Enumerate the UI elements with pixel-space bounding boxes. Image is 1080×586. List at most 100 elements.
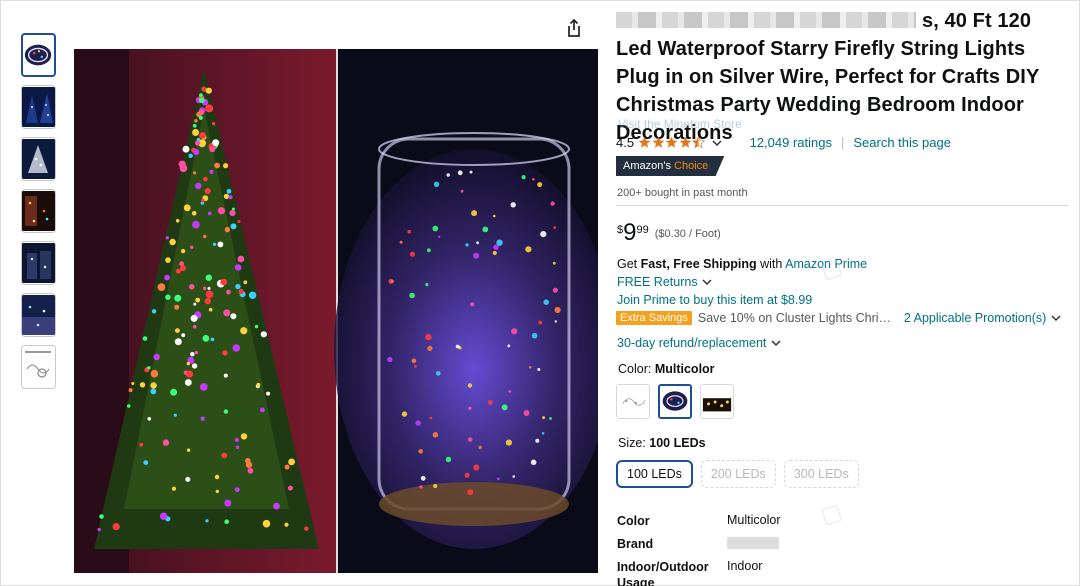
decor-light — [209, 146, 216, 153]
star-icon — [652, 136, 664, 148]
decor-light — [445, 456, 452, 463]
size-option-200-leds[interactable]: 200 LEDs — [700, 460, 776, 488]
decor-light — [478, 445, 482, 450]
decor-light — [260, 407, 265, 413]
price: $ 9 99 ($0.30 / Foot) — [617, 220, 721, 246]
decor-light — [223, 373, 228, 378]
chevron-down-icon[interactable] — [712, 138, 722, 148]
decor-light — [191, 363, 198, 369]
main-product-image[interactable] — [74, 49, 598, 573]
decor-light — [208, 307, 213, 312]
star-rating[interactable] — [638, 136, 706, 149]
decor-light — [541, 432, 545, 435]
decor-light — [185, 370, 194, 378]
decor-light — [248, 291, 257, 299]
decor-light — [174, 338, 182, 346]
color-swatch-multicolor[interactable] — [658, 384, 692, 419]
store-link[interactable]: Visit the Minetom Store — [618, 118, 748, 130]
decor-light — [549, 417, 552, 420]
decor-light — [256, 382, 261, 387]
decor-light — [455, 344, 460, 349]
decor-light — [165, 236, 169, 240]
decor-light — [126, 404, 131, 408]
decor-light — [419, 485, 423, 489]
free-returns-link[interactable]: FREE Returns — [617, 275, 712, 289]
decor-light — [199, 132, 206, 139]
decor-light — [512, 475, 515, 478]
decor-light — [284, 464, 290, 470]
search-this-page-link[interactable]: Search this page — [853, 135, 951, 150]
decor-light — [190, 314, 198, 322]
decor-light — [473, 464, 480, 471]
star-icon — [638, 136, 651, 148]
decor-light — [542, 416, 546, 420]
promotions-label: 2 Applicable Promotion(s) — [903, 311, 1047, 325]
join-prime-link[interactable]: Join Prime to buy this item at $8.99 — [617, 293, 812, 307]
share-icon[interactable] — [563, 17, 585, 39]
size-option-100-leds[interactable]: 100 LEDs — [616, 460, 693, 488]
decor-light — [497, 477, 500, 481]
decor-light — [202, 335, 210, 342]
decor-light — [468, 406, 472, 410]
decor-light — [304, 526, 309, 531]
decor-light — [164, 274, 170, 281]
thumbnail-3[interactable] — [21, 137, 56, 181]
shipping-bold: Fast, Free Shipping — [640, 257, 757, 271]
refund-replacement-link[interactable]: 30-day refund/replacement — [617, 336, 781, 350]
decor-light — [432, 432, 439, 438]
decor-light — [205, 274, 212, 281]
decor-light — [112, 523, 120, 531]
decor-light — [194, 350, 198, 355]
amazon-prime-link[interactable]: Amazon Prime — [785, 257, 867, 271]
decor-light — [446, 173, 450, 177]
decor-light — [190, 352, 195, 357]
rating-value: 4.5 — [616, 135, 635, 150]
applicable-promotions-link[interactable]: 2 Applicable Promotion(s) — [904, 311, 1061, 325]
decor-light — [415, 420, 421, 426]
decor-light — [414, 365, 417, 368]
decor-light — [175, 328, 180, 333]
decor-light — [470, 302, 475, 307]
separator: | — [840, 135, 845, 150]
size-option-300-leds[interactable]: 300 LEDs — [783, 460, 859, 488]
amazons-choice-badge[interactable]: Amazon's Choice — [616, 156, 725, 176]
decor-light — [195, 182, 202, 189]
decor-light — [186, 361, 190, 366]
thumbnail-1[interactable] — [21, 33, 56, 77]
decor-light — [429, 416, 433, 420]
decor-light — [390, 279, 394, 283]
decor-light — [131, 382, 135, 385]
decor-light — [128, 388, 133, 393]
shipping-info: Get Fast, Free Shipping with Amazon Prim… — [617, 257, 867, 271]
color-swatch-silver-white[interactable] — [616, 384, 650, 419]
decor-light — [195, 140, 201, 146]
decor-light — [243, 280, 248, 285]
decor-light — [234, 264, 242, 271]
thumbnail-4[interactable] — [21, 189, 56, 233]
decor-light — [460, 189, 464, 193]
decor-light — [220, 278, 228, 286]
decor-light — [287, 485, 293, 491]
decor-light — [537, 182, 543, 188]
decor-light — [532, 178, 535, 181]
thumbnail-6[interactable] — [21, 293, 56, 337]
thumbnail-7[interactable] — [21, 345, 56, 389]
thumbnail-5[interactable] — [21, 241, 56, 285]
decor-light — [192, 220, 200, 229]
decor-light — [234, 438, 239, 442]
decor-light — [194, 119, 198, 123]
decor-light — [427, 345, 433, 351]
decor-light — [193, 171, 197, 175]
thumbnail-2[interactable] — [21, 85, 56, 129]
decor-light — [401, 411, 408, 417]
decor-light — [205, 290, 214, 299]
decor-light — [217, 241, 224, 248]
spec-row: Brand — [617, 534, 1069, 557]
decor-light — [205, 519, 209, 523]
size-options: 100 LEDs 200 LEDs 300 LEDs — [616, 460, 867, 488]
decor-light — [201, 198, 205, 203]
decor-light — [409, 292, 415, 299]
color-swatch-warm-white[interactable] — [700, 384, 734, 419]
ratings-count-link[interactable]: 12,049 ratings — [750, 135, 832, 150]
decor-light — [200, 383, 208, 391]
